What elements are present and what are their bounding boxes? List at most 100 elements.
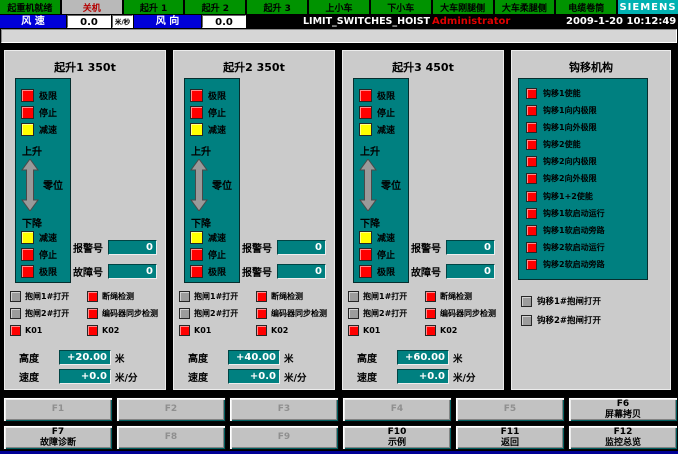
- hmi-screen: 起重机就绪 关机 起升 1 起升 2 起升 3 上小车 下小车 大车刚腿侧 大车…: [0, 0, 678, 454]
- fault-number-value: 0: [446, 264, 495, 279]
- encoder-sync-led: [256, 308, 267, 319]
- rope-break-led: [256, 291, 267, 302]
- k02-led: [87, 325, 98, 336]
- wind-speed-value: 0.0: [67, 15, 111, 28]
- status-bar: 风 速 0.0 米/秒 风 向 0.0 LIMIT_SWITCHES_HOIST…: [0, 15, 678, 28]
- speed-value: +0.0: [228, 369, 280, 384]
- wind-speed-label: 风 速: [0, 15, 66, 28]
- fault-number-row: 故障号 0: [73, 264, 157, 279]
- encoder-sync-led: [425, 308, 436, 319]
- menu-gantry-rigid-leg[interactable]: 大车刚腿侧: [433, 0, 493, 14]
- brake-status-grid: 抱闸1#打开 断绳检测 抱闸2#打开 编码器同步检测 K01 K02: [348, 291, 502, 342]
- rope-break-led: [87, 291, 98, 302]
- brake2-led: [10, 308, 21, 319]
- panel-title: 起升3 450t: [343, 59, 503, 75]
- panel-title: 起升2 350t: [174, 59, 334, 75]
- encoder-sync-led: [87, 308, 98, 319]
- f1-button: F1: [3, 397, 113, 422]
- k01-led: [348, 325, 359, 336]
- hook-shift-status-box: 钩移1使能 钩移1向内极限 钩移1向外极限 钩移2使能 钩移2向内极限 钩移2向…: [518, 78, 648, 280]
- panel-title: 起升1 350t: [5, 59, 165, 75]
- alarm-number-value: 0: [446, 240, 495, 255]
- down-label: 下降: [191, 215, 211, 230]
- hook1-brake-led: [521, 296, 532, 307]
- brake-status-grid: 抱闸1#打开 断绳检测 抱闸2#打开 编码器同步检测 K01 K02: [10, 291, 164, 342]
- menu-hoist-2[interactable]: 起升 2: [185, 0, 245, 14]
- f9-button: F9: [229, 425, 339, 450]
- up-down-arrow-icon: [359, 159, 377, 211]
- menu-hoist-1[interactable]: 起升 1: [124, 0, 184, 14]
- up-down-arrow-icon: [21, 159, 39, 211]
- main-area: 起升1 350t 极限 停止 减速 上升 零位 下降 减速 停止 极限 报警号 …: [0, 44, 678, 395]
- function-key-bar: F1 F2 F3 F4 F5 F6屏幕拷贝 F7故障诊断 F8 F9 F10示例…: [0, 395, 678, 454]
- f7-fault-diagnosis-button[interactable]: F7故障诊断: [3, 425, 113, 450]
- hook1-enable-led: [526, 88, 537, 99]
- hook2-enable-led: [526, 139, 537, 150]
- f12-overview-button[interactable]: F12监控总览: [568, 425, 678, 450]
- down-slow-led: [21, 231, 34, 244]
- menu-hoist-3[interactable]: 起升 3: [247, 0, 307, 14]
- limit-switch-box: 极限 停止 减速 上升 零位 下降 减速 停止 极限: [184, 78, 240, 283]
- f11-back-button[interactable]: F11返回: [455, 425, 565, 450]
- k02-led: [256, 325, 267, 336]
- up-label: 上升: [360, 143, 380, 158]
- down-stop-led: [359, 248, 372, 261]
- f3-button: F3: [229, 397, 339, 422]
- rope-break-led: [425, 291, 436, 302]
- k01-led: [179, 325, 190, 336]
- measurements: 高度+60.00米 速度+0.0米/分: [357, 350, 475, 388]
- speed-value: +0.0: [59, 369, 111, 384]
- f6-screen-copy-button[interactable]: F6屏幕拷贝: [568, 397, 678, 422]
- brake-status-grid: 抱闸1#打开 断绳检测 抱闸2#打开 编码器同步检测 K01 K02: [179, 291, 333, 342]
- hook1-softstart-bypass-led: [526, 225, 537, 236]
- fault-number-row: 报警号 0: [242, 264, 326, 279]
- down-stop-led: [190, 248, 203, 261]
- height-value: +40.00: [228, 350, 280, 365]
- k01-led: [10, 325, 21, 336]
- hook2-brake-led: [521, 315, 532, 326]
- brake1-led: [348, 291, 359, 302]
- hook2-softstart-bypass-led: [526, 259, 537, 270]
- height-value: +20.00: [59, 350, 111, 365]
- menu-cable-reel[interactable]: 电缆卷筒: [556, 0, 616, 14]
- hoist-panel-1: 起升1 350t 极限 停止 减速 上升 零位 下降 减速 停止 极限 报警号 …: [4, 50, 166, 390]
- up-label: 上升: [22, 143, 42, 158]
- down-limit-led: [21, 265, 34, 278]
- f5-button: F5: [455, 397, 565, 422]
- fault-number-value: 0: [277, 264, 326, 279]
- up-label: 上升: [191, 143, 211, 158]
- height-value: +60.00: [397, 350, 449, 365]
- zero-position-label: 零位: [212, 177, 232, 192]
- up-down-arrow-icon: [190, 159, 208, 211]
- down-limit-led: [190, 265, 203, 278]
- menu-shutdown[interactable]: 关机: [62, 0, 122, 14]
- k02-led: [425, 325, 436, 336]
- menu-upper-trolley[interactable]: 上小车: [309, 0, 369, 14]
- up-stop-led: [190, 106, 203, 119]
- menu-crane-ready[interactable]: 起重机就绪: [0, 0, 60, 14]
- f4-button: F4: [342, 397, 452, 422]
- siemens-logo: SIEMENS: [618, 0, 678, 14]
- hook2-softstart-run-led: [526, 242, 537, 253]
- datetime: 2009-1-20 10:12:49: [566, 15, 676, 28]
- hook12-enable-led: [526, 191, 537, 202]
- down-label: 下降: [360, 215, 380, 230]
- menu-gantry-flex-leg[interactable]: 大车柔腿侧: [495, 0, 555, 14]
- up-limit-led: [21, 89, 34, 102]
- f10-example-button[interactable]: F10示例: [342, 425, 452, 450]
- alarm-number-row: 报警号 0: [73, 240, 157, 255]
- hook2-inner-limit-led: [526, 156, 537, 167]
- up-stop-led: [359, 106, 372, 119]
- brake1-led: [179, 291, 190, 302]
- speed-value: +0.0: [397, 369, 449, 384]
- down-stop-led: [21, 248, 34, 261]
- screen-name: LIMIT_SWITCHES_HOIST: [303, 15, 430, 28]
- alarm-number-value: 0: [108, 240, 157, 255]
- limit-switch-box: 极限 停止 减速 上升 零位 下降 减速 停止 极限: [353, 78, 409, 283]
- hook2-outer-limit-led: [526, 173, 537, 184]
- brake2-led: [348, 308, 359, 319]
- up-limit-led: [359, 89, 372, 102]
- up-slow-led: [21, 123, 34, 136]
- menu-lower-trolley[interactable]: 下小车: [371, 0, 431, 14]
- hoist-panel-3: 起升3 450t 极限 停止 减速 上升 零位 下降 减速 停止 极限 报警号 …: [342, 50, 504, 390]
